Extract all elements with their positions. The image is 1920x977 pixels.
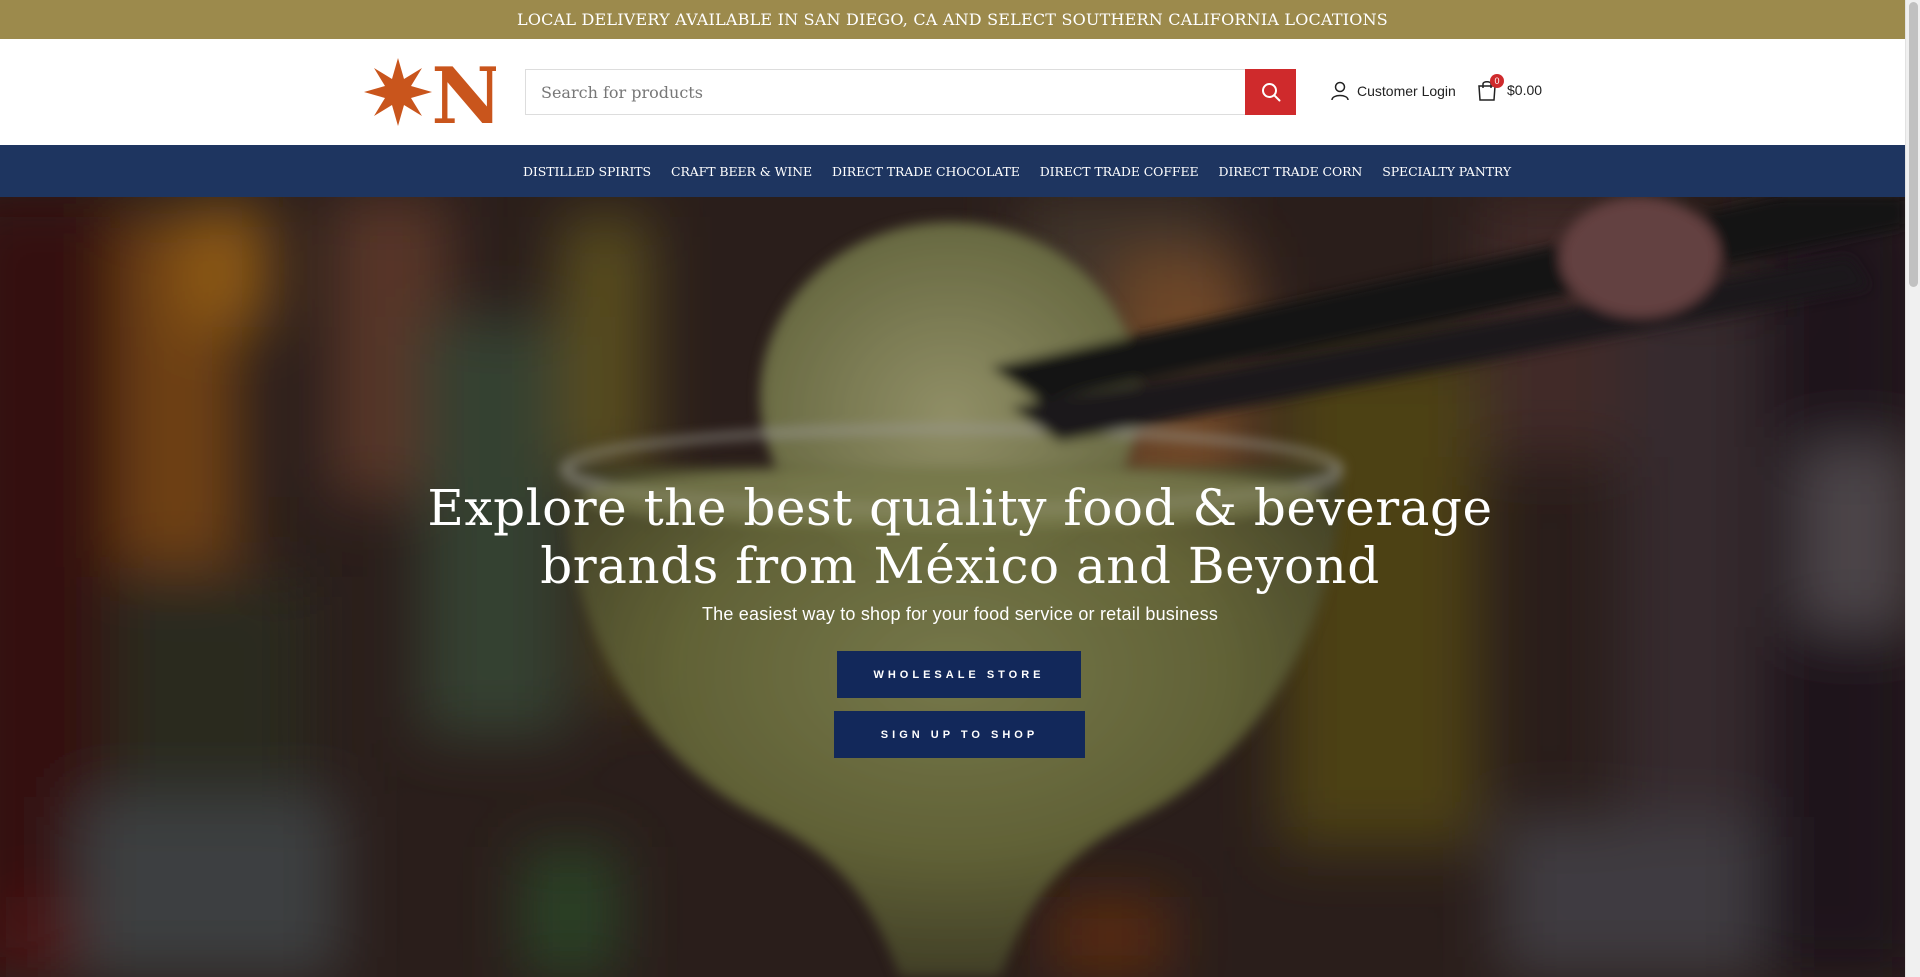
hero-title-line-1: Explore the best quality food & beverage: [427, 479, 1493, 537]
wholesale-store-button[interactable]: WHOLESALE STORE: [837, 651, 1081, 698]
hero-banner: Explore the best quality food & beverage…: [0, 197, 1905, 977]
hero-title-line-2: brands from México and Beyond: [540, 537, 1380, 595]
search-button[interactable]: [1245, 69, 1296, 115]
site-header: N Customer Login 0 $0.00: [0, 39, 1905, 145]
customer-login-label: Customer Login: [1357, 83, 1456, 99]
page-scrollbar[interactable]: [1905, 0, 1920, 977]
cart-count-badge: 0: [1490, 74, 1504, 88]
search-icon: [1261, 83, 1280, 102]
cart-total: $0.00: [1507, 82, 1543, 98]
announcement-text: LOCAL DELIVERY AVAILABLE IN SAN DIEGO, C…: [517, 10, 1388, 29]
nav-item-direct-trade-coffee[interactable]: DIRECT TRADE COFFEE: [1040, 164, 1199, 179]
user-icon: [1331, 81, 1349, 101]
nav-item-direct-trade-corn[interactable]: DIRECT TRADE CORN: [1219, 164, 1363, 179]
search-input[interactable]: [526, 70, 1245, 114]
sign-up-to-shop-button[interactable]: SIGN UP TO SHOP: [834, 711, 1085, 758]
nav-item-distilled-spirits[interactable]: DISTILLED SPIRITS: [523, 164, 651, 179]
nav-item-specialty-pantry[interactable]: SPECIALTY PANTRY: [1382, 164, 1511, 179]
nav-item-craft-beer-wine[interactable]: CRAFT BEER & WINE: [671, 164, 812, 179]
scrollbar-thumb[interactable]: [1909, 2, 1918, 287]
search-bar: [525, 69, 1296, 115]
nav-item-direct-trade-chocolate[interactable]: DIRECT TRADE CHOCOLATE: [832, 164, 1020, 179]
main-navigation: DISTILLED SPIRITS CRAFT BEER & WINE DIRE…: [0, 145, 1905, 197]
cart-link[interactable]: 0 $0.00: [1477, 74, 1543, 102]
hero-subtitle: The easiest way to shop for your food se…: [701, 604, 1219, 624]
announcement-bar: LOCAL DELIVERY AVAILABLE IN SAN DIEGO, C…: [0, 0, 1905, 39]
site-logo[interactable]: N: [364, 51, 503, 142]
logo-star-icon: N: [364, 51, 503, 142]
hero-title: Explore the best quality food & beverage…: [0, 479, 1905, 595]
customer-login-link[interactable]: Customer Login: [1330, 80, 1456, 102]
logo-letter: N: [431, 57, 496, 127]
